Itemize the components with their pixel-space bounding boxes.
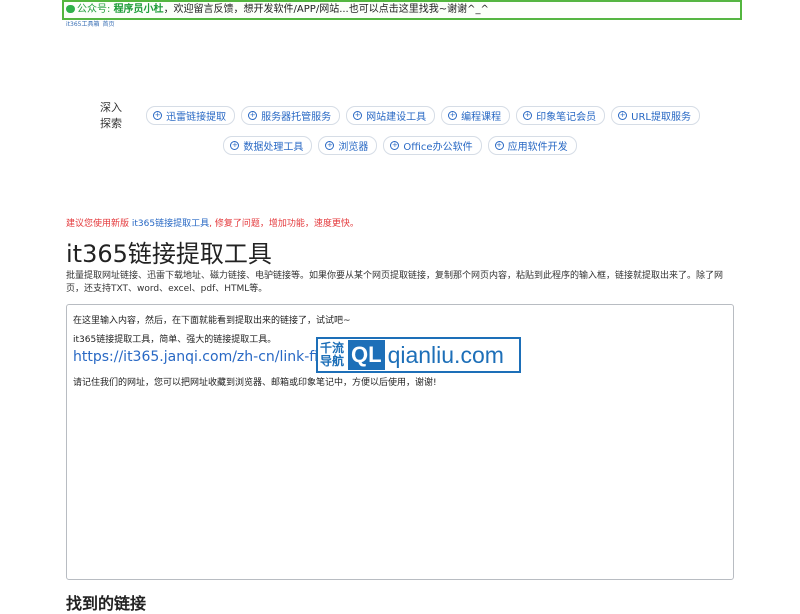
plus-circle-icon: + <box>325 141 335 150</box>
explore-pill-data-tools[interactable]: + 数据处理工具 <box>223 136 313 155</box>
plus-circle-icon: + <box>494 141 504 150</box>
explore-pill-app-dev[interactable]: + 应用软件开发 <box>487 136 577 155</box>
pill-label: 应用软件开发 <box>507 142 568 153</box>
qianliu-watermark-logo: 千流 导航 QL qianliu.com <box>316 337 521 373</box>
explore-pill-browser[interactable]: + 浏览器 <box>318 136 378 155</box>
watermark-ql-letters: QL <box>348 340 385 370</box>
notice-prefix: 公众号: <box>77 4 114 15</box>
explore-pill-programming-course[interactable]: + 编程课程 <box>441 105 511 125</box>
page-title: it365链接提取工具 <box>66 240 272 268</box>
textarea-line-2: it365链接提取工具，简单、强大的链接提取工具。 <box>73 335 277 345</box>
plus-circle-icon: + <box>353 110 363 120</box>
textarea-line-4: 请记住我们的网址，您可以把网址收藏到浏览器、邮箱或印象笔记中，方便以后使用，谢谢… <box>73 378 437 388</box>
notice-text: ，欢迎留言反馈，想开发软件/APP/网站...也可以点击这里找我~谢谢^_^ <box>163 4 489 15</box>
recommend-text-before: 建议您使用新版 <box>66 219 132 229</box>
textarea-url: https://it365.janqi.com/zh-cn/link-finde… <box>73 349 351 365</box>
new-version-link[interactable]: it365链接提取工具 <box>132 219 209 229</box>
breadcrumb: it365工具箱 首页 <box>66 19 118 28</box>
watermark-cn-line1: 千流 <box>320 341 345 355</box>
plus-circle-icon: + <box>523 110 533 120</box>
explore-pill-thunder-link[interactable]: + 迅雷链接提取 <box>146 105 236 125</box>
explore-pill-server-hosting[interactable]: + 服务器托管服务 <box>241 105 341 125</box>
pill-label: 编程课程 <box>461 111 502 123</box>
watermark-domain: qianliu.com <box>387 341 504 368</box>
new-version-notice: 建议您使用新版 it365链接提取工具, 修复了问题，增加功能，速度更快。 <box>66 216 359 229</box>
explore-pill-evernote[interactable]: + 印象笔记会员 <box>516 105 606 125</box>
recommend-text-after: , 修复了问题，增加功能，速度更快。 <box>209 219 359 229</box>
explore-title: 深入探索 <box>100 101 122 130</box>
link-input-textarea[interactable]: 在这里输入内容，然后，在下面就能看到提取出来的链接了，试试吧~ it365链接提… <box>66 304 734 580</box>
plus-circle-icon: + <box>390 141 400 150</box>
notice-account-name: 程序员小杜 <box>113 4 164 15</box>
watermark-cn-text: 千流 导航 <box>320 342 348 368</box>
plus-circle-icon: + <box>448 110 458 120</box>
pill-label: 印象笔记会员 <box>536 111 597 123</box>
plus-circle-icon: + <box>618 110 628 120</box>
pill-label: 迅雷链接提取 <box>166 111 227 123</box>
tool-description: 批量提取网址链接、迅雷下载地址、磁力链接、电驴链接等。如果你要从某个网页提取链接… <box>66 271 724 294</box>
plus-circle-icon: + <box>248 110 258 120</box>
found-links-heading: 找到的链接 <box>66 594 147 613</box>
breadcrumb-index-link[interactable]: 首页 <box>102 21 114 28</box>
pill-label: 网站建设工具 <box>366 111 427 123</box>
wechat-notice-banner[interactable]: 公众号: 程序员小杜，欢迎留言反馈，想开发软件/APP/网站...也可以点击这里… <box>62 0 742 20</box>
explore-pill-url-extract[interactable]: + URL提取服务 <box>611 105 700 125</box>
explore-pill-website-builder[interactable]: + 网站建设工具 <box>346 105 436 125</box>
pill-label: 数据处理工具 <box>243 142 304 153</box>
explore-pill-office[interactable]: + Office办公软件 <box>383 136 482 155</box>
plus-circle-icon: + <box>153 110 163 120</box>
textarea-line-1: 在这里输入内容，然后，在下面就能看到提取出来的链接了，试试吧~ <box>73 316 351 326</box>
wechat-icon <box>66 5 75 13</box>
explore-row-2: + 数据处理工具 + 浏览器 + Office办公软件 + 应用软件开发 <box>100 136 700 155</box>
pill-label: URL提取服务 <box>631 111 691 123</box>
breadcrumb-home-link[interactable]: it365工具箱 <box>66 21 99 28</box>
pill-label: 服务器托管服务 <box>261 111 332 123</box>
explore-section: 深入探索 + 迅雷链接提取 + 服务器托管服务 + 网站建设工具 + 编程课程 + 印象笔… <box>100 99 700 160</box>
pill-label: Office办公软件 <box>403 142 473 153</box>
pill-label: 浏览器 <box>338 142 369 153</box>
plus-circle-icon: + <box>230 141 240 150</box>
watermark-cn-line2: 导航 <box>320 354 345 368</box>
explore-row-1: 深入探索 + 迅雷链接提取 + 服务器托管服务 + 网站建设工具 + 编程课程 + 印象笔… <box>100 99 700 131</box>
